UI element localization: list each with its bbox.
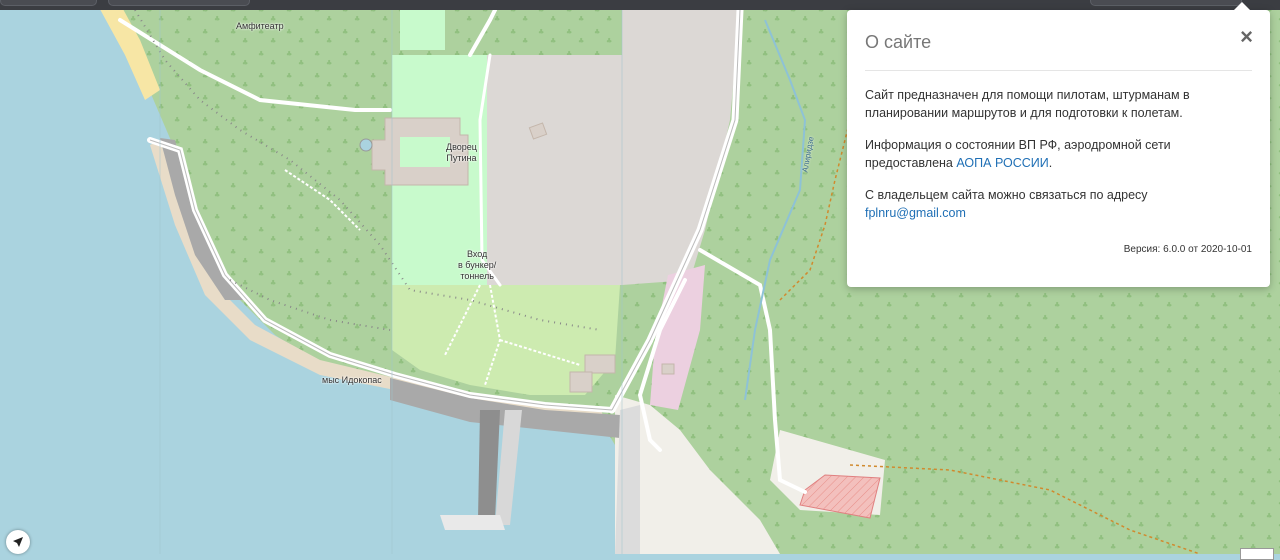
contact-text: С владельцем сайта можно связаться по ад… [865, 188, 1148, 202]
palace-courtyard [400, 137, 450, 167]
popover-arrow [1234, 2, 1250, 10]
toolbar-control-left[interactable] [0, 0, 97, 6]
garden-area-top [400, 10, 445, 50]
popover-body: Сайт предназначен для помощи пилотам, шт… [865, 86, 1252, 236]
label-bunker: Вход в бункер/ тоннель [458, 249, 497, 281]
contact-paragraph: С владельцем сайта можно связаться по ад… [865, 186, 1252, 222]
label-amphitheater: Амфитеатр [236, 21, 284, 31]
close-button[interactable]: × [1240, 26, 1253, 48]
navigation-arrow-icon [13, 537, 23, 547]
popover-title: О сайте [865, 32, 932, 52]
hut-3 [661, 363, 675, 375]
about-popover: О сайте × Сайт предназначен для помощи п… [847, 2, 1270, 287]
data-source-end: . [1048, 156, 1053, 170]
toolbar-control-right[interactable] [1090, 0, 1242, 6]
email-link[interactable]: fplnru@gmail.com [865, 206, 966, 220]
fountain [359, 138, 373, 152]
toolbar-control-middle[interactable] [108, 0, 250, 6]
hut-1 [584, 354, 616, 374]
about-description: Сайт предназначен для помощи пилотам, шт… [865, 88, 1190, 120]
label-palace: Дворец Путина [446, 142, 477, 163]
aopa-link[interactable]: АОПА РОССИИ [956, 156, 1048, 170]
label-cape: мыс Идокопас [322, 375, 382, 385]
locate-button[interactable] [6, 530, 30, 554]
industrial-area [487, 55, 622, 285]
top-toolbar [0, 0, 1280, 10]
pier-end [440, 515, 505, 530]
scale-control [1240, 548, 1274, 560]
version-text: Версия: 6.0.0 от 2020-10-01 [1123, 244, 1252, 255]
hut-2 [569, 371, 593, 393]
data-source-paragraph: Информация о состоянии ВП РФ, аэродромно… [865, 136, 1252, 172]
popover-divider [865, 70, 1252, 71]
